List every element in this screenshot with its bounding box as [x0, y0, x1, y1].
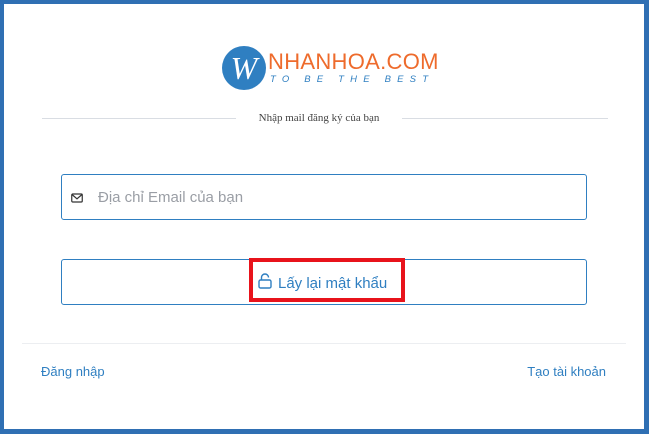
divider-line-right — [402, 118, 608, 119]
password-reset-panel: W NHANHOA.COM TO BE THE BEST Nhập mail đ… — [4, 4, 644, 429]
form-divider: Nhập mail đăng ký của bạn — [42, 110, 608, 126]
mail-icon — [71, 191, 83, 203]
footer-divider — [22, 343, 626, 344]
logo-name: NHANHOA.COM — [268, 49, 439, 74]
register-link[interactable]: Tạo tài khoản — [527, 364, 606, 379]
divider-line-left — [42, 118, 236, 119]
nhanhoa-logo: W NHANHOA.COM TO BE THE BEST — [222, 44, 439, 94]
reset-button-content: Lấy lại mật khẩu — [258, 272, 387, 294]
reset-button-label: Lấy lại mật khẩu — [278, 274, 388, 292]
unlock-icon — [258, 273, 272, 293]
logo-emblem: W — [222, 46, 266, 90]
reset-password-button[interactable]: Lấy lại mật khẩu — [61, 258, 587, 305]
divider-text: Nhập mail đăng ký của bạn — [258, 112, 380, 124]
logo-tagline: TO BE THE BEST — [270, 74, 435, 85]
email-field[interactable] — [61, 174, 587, 220]
email-input[interactable] — [98, 175, 578, 219]
login-link[interactable]: Đăng nhập — [41, 364, 105, 379]
